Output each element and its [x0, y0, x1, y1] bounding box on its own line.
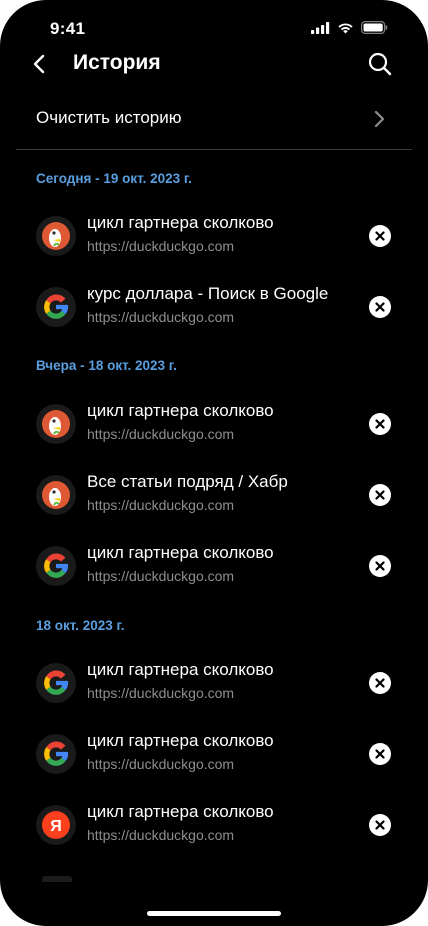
close-icon [375, 820, 385, 830]
remove-button[interactable] [369, 225, 391, 247]
google-icon [36, 663, 76, 703]
yandex-letter: Я [50, 818, 62, 835]
history-item[interactable]: курс доллара - Поиск в Google https://du… [0, 275, 428, 335]
close-icon [375, 678, 385, 688]
close-icon [375, 749, 385, 759]
remove-button[interactable] [369, 296, 391, 318]
signal-icon [311, 21, 330, 34]
section-header-oct-18: 18 окт. 2023 г. [36, 618, 125, 633]
history-item[interactable]: Все статьи подряд / Хабр https://duckduc… [0, 463, 428, 523]
history-item-url: https://duckduckgo.com [87, 685, 235, 701]
close-icon [375, 490, 385, 500]
history-item-url: https://duckduckgo.com [87, 756, 235, 772]
history-item-title: цикл гартнера сколково [87, 213, 274, 232]
history-item-url: https://duckduckgo.com [87, 238, 235, 254]
close-icon [375, 419, 385, 429]
history-item-title: курс доллара - Поиск в Google [87, 284, 329, 303]
history-item-url: https://duckduckgo.com [87, 827, 235, 843]
history-item[interactable]: цикл гартнера сколково https://duckduckg… [0, 534, 428, 594]
next-item-favicon-peek [42, 876, 72, 882]
wifi-icon [338, 22, 353, 33]
app-header: История [0, 40, 428, 88]
close-icon [375, 561, 385, 571]
remove-button[interactable] [369, 672, 391, 694]
history-item-title: цикл гартнера сколково [87, 543, 274, 562]
remove-button[interactable] [369, 484, 391, 506]
history-item[interactable]: цикл гартнера сколково https://duckduckg… [0, 392, 428, 452]
remove-button[interactable] [369, 814, 391, 836]
remove-button[interactable] [369, 555, 391, 577]
home-indicator[interactable] [147, 911, 281, 916]
battery-icon [361, 21, 388, 34]
back-arrow-icon[interactable] [26, 50, 54, 78]
remove-button[interactable] [369, 413, 391, 435]
history-item[interactable]: Я цикл гартнера сколково https://duckduc… [0, 793, 428, 853]
section-header-today: Сегодня - 19 окт. 2023 г. [36, 171, 192, 186]
google-icon [36, 287, 76, 327]
section-header-yesterday: Вчера - 18 окт. 2023 г. [36, 358, 177, 373]
clear-history-label: Очистить историю [36, 108, 182, 127]
duckduckgo-icon [36, 404, 76, 444]
close-icon [375, 302, 385, 312]
google-icon [36, 734, 76, 774]
history-item[interactable]: цикл гартнера сколково https://duckduckg… [0, 651, 428, 711]
close-icon [375, 231, 385, 241]
history-item-title: цикл гартнера сколково [87, 802, 274, 821]
history-item[interactable]: цикл гартнера сколково https://duckduckg… [0, 204, 428, 264]
remove-button[interactable] [369, 743, 391, 765]
clear-history-row[interactable]: Очистить историю [0, 96, 428, 142]
duckduckgo-icon [36, 216, 76, 256]
history-item[interactable]: цикл гартнера сколково https://duckduckg… [0, 722, 428, 782]
history-item-title: цикл гартнера сколково [87, 731, 274, 750]
history-item-title: Все статьи подряд / Хабр [87, 472, 288, 491]
duckduckgo-icon [36, 475, 76, 515]
history-item-url: https://duckduckgo.com [87, 309, 235, 325]
yandex-icon: Я [36, 805, 76, 845]
history-item-title: цикл гартнера сколково [87, 660, 274, 679]
status-icons [311, 21, 388, 34]
history-item-url: https://duckduckgo.com [87, 497, 235, 513]
divider [16, 149, 412, 150]
google-icon [36, 546, 76, 586]
chevron-right-icon [374, 110, 385, 128]
search-icon[interactable] [366, 50, 394, 78]
phone-screen: 9:41 История Очистить историю Сегодня - … [0, 0, 428, 926]
history-item-title: цикл гартнера сколково [87, 401, 274, 420]
status-time: 9:41 [50, 19, 86, 38]
page-title: История [73, 51, 161, 74]
history-item-url: https://duckduckgo.com [87, 426, 235, 442]
history-item-url: https://duckduckgo.com [87, 568, 235, 584]
